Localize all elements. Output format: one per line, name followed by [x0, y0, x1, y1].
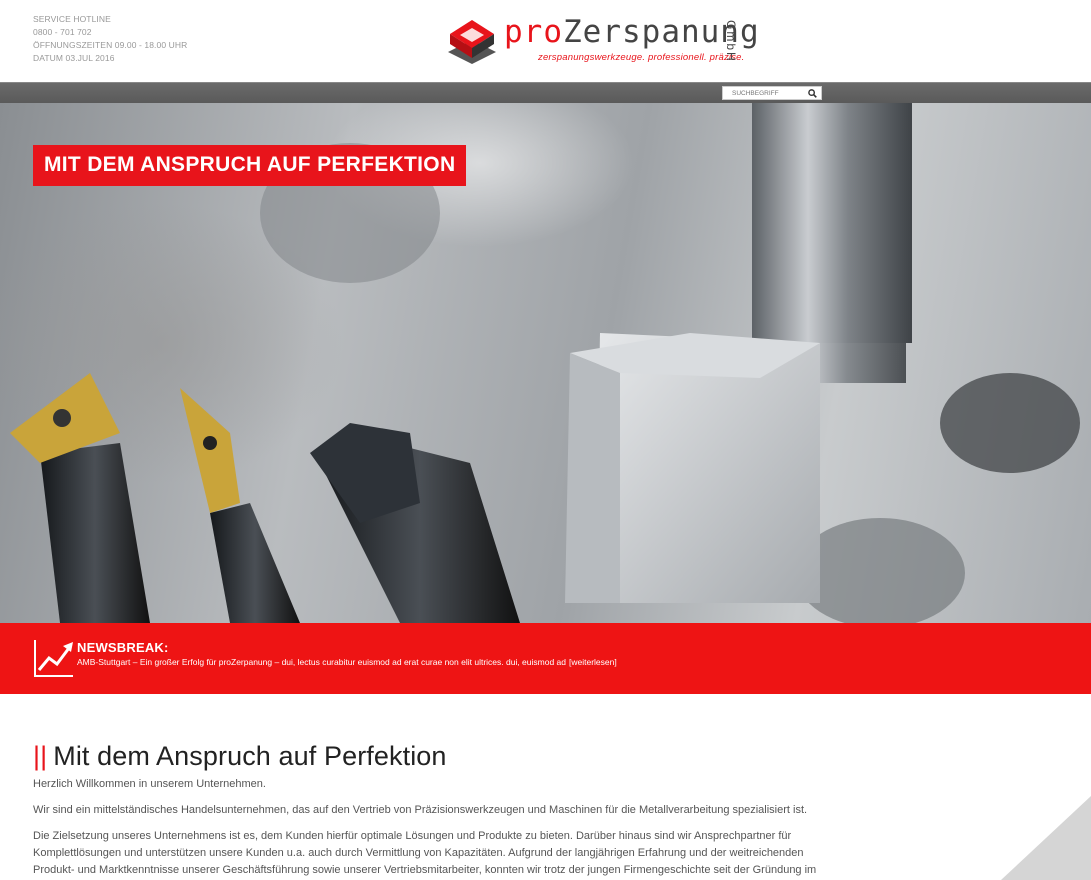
- search-input[interactable]: [723, 87, 805, 99]
- logo-mark-icon: [448, 20, 496, 64]
- hotline-label: SERVICE HOTLINE: [33, 14, 111, 24]
- trend-chart-icon: [34, 640, 73, 677]
- page-title: || Mit dem Anspruch auf Perfektion: [33, 740, 1091, 772]
- logo[interactable]: proZerspanung zerspanungswerkzeuge. prof…: [446, 12, 776, 72]
- top-header: SERVICE HOTLINE 0800 - 701 702 ÖFFNUNGSZ…: [0, 0, 1091, 82]
- corner-decoration: [1001, 796, 1091, 880]
- title-accent-bars: ||: [33, 741, 48, 771]
- paragraph-about: Wir sind ein mittelständisches Handelsun…: [33, 804, 808, 816]
- brand-legal-form: GmbH: [724, 20, 738, 63]
- current-date: DATUM 03.JUL 2016: [33, 53, 115, 63]
- page-title-text: Mit dem Anspruch auf Perfektion: [53, 741, 447, 771]
- hotline-number[interactable]: 0800 - 701 702: [33, 26, 187, 39]
- newsbreak-label: NEWSBREAK:: [77, 640, 169, 655]
- brand-prefix: pro: [504, 14, 563, 50]
- search-bar: [0, 82, 1091, 103]
- newsbreak-message: AMB-Stuttgart – Ein großer Erfolg für pr…: [77, 657, 566, 667]
- main-content: || Mit dem Anspruch auf Perfektion Herzli…: [0, 694, 1091, 879]
- hero-title: MIT DEM ANSPRUCH AUF PERFEKTION: [33, 145, 467, 186]
- search-icon[interactable]: [805, 87, 819, 99]
- paragraph-goals: Die Zielsetzung unseres Unternehmens ist…: [33, 830, 817, 876]
- hero-banner: MIT DEM ANSPRUCH AUF PERFEKTION: [0, 103, 1091, 623]
- opening-hours: ÖFFNUNGSZEITEN 09.00 - 18.00 UHR: [33, 40, 188, 50]
- search-box: [722, 86, 822, 100]
- read-more-link[interactable]: [weiterlesen]: [569, 657, 617, 667]
- paragraph-welcome: Herzlich Willkommen in unserem Unternehm…: [33, 778, 266, 790]
- newsbreak-bar: NEWSBREAK: AMB-Stuttgart – Ein großer Er…: [0, 623, 1091, 694]
- brand-tagline: zerspanungswerkzeuge. professionell. prä…: [538, 52, 745, 63]
- newsbreak-text: AMB-Stuttgart – Ein großer Erfolg für pr…: [77, 657, 617, 667]
- contact-info: SERVICE HOTLINE 0800 - 701 702 ÖFFNUNGSZ…: [33, 13, 187, 65]
- brand-name: proZerspanung: [504, 12, 760, 52]
